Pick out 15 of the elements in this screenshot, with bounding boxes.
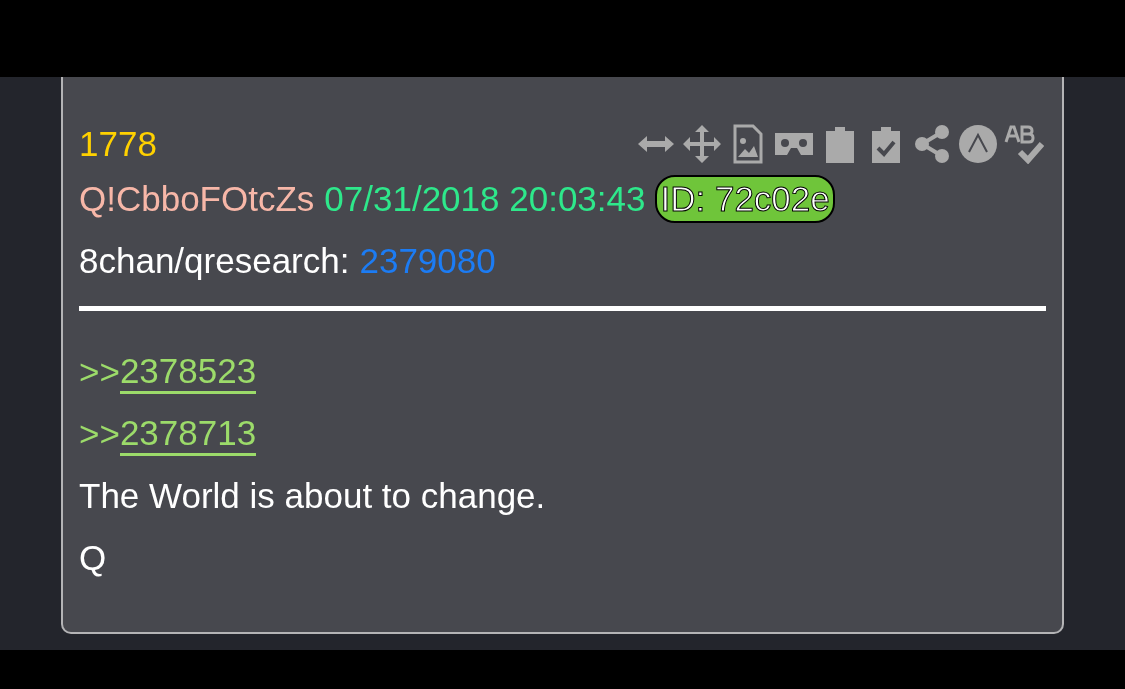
share-icon[interactable] <box>912 124 952 164</box>
author-name: Q!CbboFOtcZs <box>79 179 315 219</box>
reply-link[interactable]: 2378523 <box>119 350 257 394</box>
reply-link[interactable]: 2378713 <box>119 412 257 456</box>
post-number: 1778 <box>79 124 157 164</box>
post-text: The World is about to change. <box>79 475 547 517</box>
move-icon[interactable] <box>682 124 722 164</box>
board-label: 8chan/qresearch: <box>79 241 350 281</box>
triangle-circle-icon[interactable] <box>958 124 998 164</box>
spellcheck-icon[interactable] <box>1004 124 1044 164</box>
post-timestamp: 07/31/2018 20:03:43 <box>324 179 646 219</box>
quote-marker: >> <box>79 352 120 392</box>
quote-marker: >> <box>79 414 120 454</box>
poster-id-badge: ID: 72c02e <box>655 175 835 223</box>
post-text: Q <box>79 537 108 579</box>
